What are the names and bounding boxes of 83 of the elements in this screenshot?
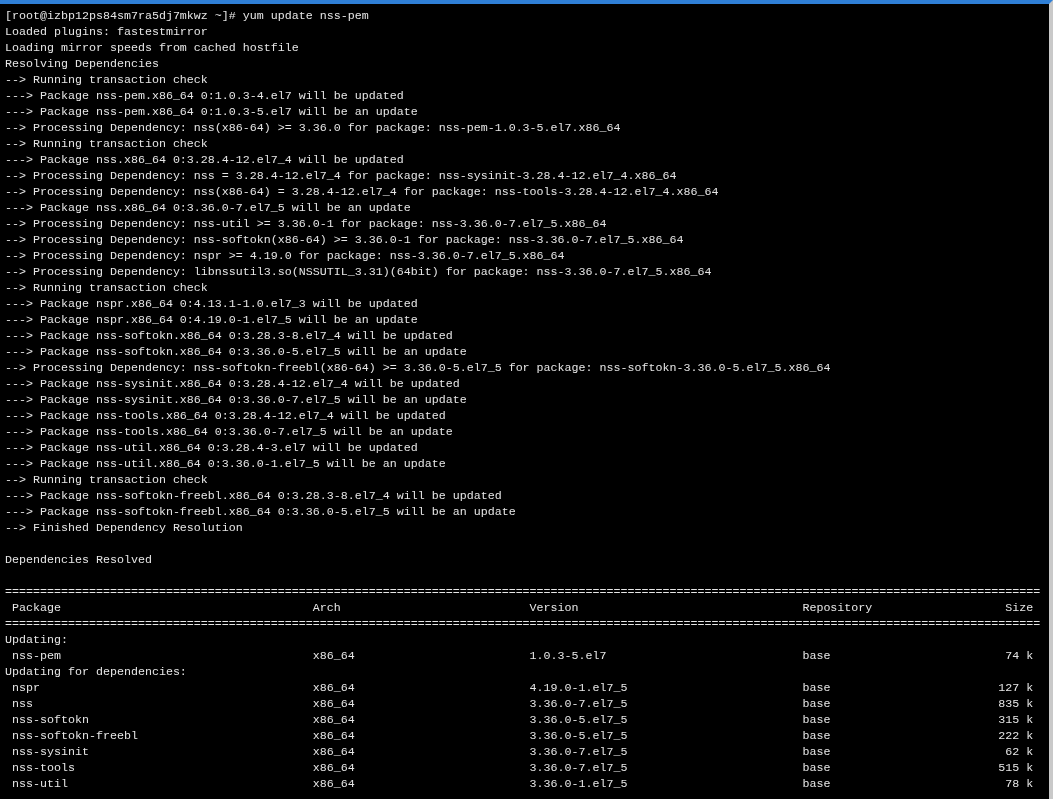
- terminal-line: Resolving Dependencies: [5, 56, 159, 72]
- table-cell: 315 k: [998, 712, 1034, 728]
- table-cell: 4.19.0-1.el7_5: [529, 680, 628, 696]
- terminal-line: ---> Package nss-tools.x86_64 0:3.36.0-7.el7_5 will be an update: [5, 424, 453, 440]
- terminal-line: ---> Package nss-sysinit.x86_64 0:3.36.0-7.el7_5 will be an update: [5, 392, 467, 408]
- terminal-line: ---> Package nss.x86_64 0:3.36.0-7.el7_5 will be an update: [5, 200, 411, 216]
- table-cell: nss-pem: [12, 648, 61, 664]
- terminal-line: ---> Package nss-softokn.x86_64 0:3.28.3-8.el7_4 will be updated: [5, 328, 453, 344]
- terminal-line: ---> Package nss-sysinit.x86_64 0:3.28.4-12.el7_4 will be updated: [5, 376, 460, 392]
- terminal-line: --> Processing Dependency: nss(x86-64) >= 3.36.0 for package: nss-pem-1.0.3-5.el7.x86_64: [5, 120, 621, 136]
- terminal-line: --> Processing Dependency: nss-softokn-freebl(x86-64) >= 3.36.0-5.el7_5 for package: nss-softokn-3.36.0-5.el7_5.x86_64: [5, 360, 831, 376]
- table-cell: base: [802, 776, 831, 792]
- group-heading: Updating:: [5, 632, 68, 648]
- table-cell: 3.36.0-5.el7_5: [529, 712, 628, 728]
- terminal-line: --> Processing Dependency: nss(x86-64) = 3.28.4-12.el7_4 for package: nss-tools-3.28.4-12.el7_4.x86_64: [5, 184, 719, 200]
- table-cell: base: [802, 696, 831, 712]
- terminal-line: ---> Package nss-softokn-freebl.x86_64 0:3.36.0-5.el7_5 will be an update: [5, 504, 516, 520]
- terminal-line: ---> Package nss.x86_64 0:3.28.4-12.el7_4 will be updated: [5, 152, 404, 168]
- terminal-line: [root@izbp12ps84sm7ra5dj7mkwz ~]# yum update nss-pem: [5, 8, 369, 24]
- table-cell: 3.36.0-7.el7_5: [529, 760, 628, 776]
- table-cell: base: [802, 648, 831, 664]
- table-cell: base: [802, 760, 831, 776]
- terminal-line: ---> Package nss-util.x86_64 0:3.36.0-1.el7_5 will be an update: [5, 456, 446, 472]
- table-cell: x86_64: [312, 760, 355, 776]
- table-cell: nss-softokn: [12, 712, 89, 728]
- table-cell: nss: [12, 696, 33, 712]
- table-cell: 3.36.0-5.el7_5: [529, 728, 628, 744]
- table-cell: base: [802, 712, 831, 728]
- table-cell: x86_64: [312, 728, 355, 744]
- table-cell: nss-softokn-freebl: [12, 728, 138, 744]
- table-cell: base: [802, 728, 831, 744]
- terminal-line: ---> Package nss-softokn-freebl.x86_64 0:3.28.3-8.el7_4 will be updated: [5, 488, 502, 504]
- table-cell: nss-util: [12, 776, 68, 792]
- column-header: Size: [1005, 600, 1034, 616]
- table-cell: 3.36.0-7.el7_5: [529, 696, 628, 712]
- terminal-line: --> Running transaction check: [5, 472, 208, 488]
- column-header: Version: [529, 600, 579, 616]
- terminal-line: ---> Package nss-tools.x86_64 0:3.28.4-12.el7_4 will be updated: [5, 408, 446, 424]
- column-header: Repository: [802, 600, 873, 616]
- table-cell: 835 k: [998, 696, 1034, 712]
- terminal-line: Dependencies Resolved: [5, 552, 152, 568]
- table-cell: nspr: [12, 680, 40, 696]
- table-cell: base: [802, 744, 831, 760]
- table-cell: x86_64: [312, 696, 355, 712]
- table-cell: nss-tools: [12, 760, 75, 776]
- terminal-line: --> Processing Dependency: nss-softokn(x86-64) >= 3.36.0-1 for package: nss-3.36.0-7.el7_5.x86_64: [5, 232, 684, 248]
- separator-line: ====================================================================================================================================================: [5, 584, 1041, 600]
- column-header: Package: [12, 600, 61, 616]
- terminal-line: ---> Package nss-softokn.x86_64 0:3.36.0-5.el7_5 will be an update: [5, 344, 467, 360]
- table-cell: x86_64: [312, 712, 355, 728]
- column-header: Arch: [312, 600, 341, 616]
- terminal-line: --> Processing Dependency: nss = 3.28.4-12.el7_4 for package: nss-sysinit-3.28.4-12.el7_4.x86_64: [5, 168, 677, 184]
- terminal-line: Loaded plugins: fastestmirror: [5, 24, 208, 40]
- table-cell: 127 k: [998, 680, 1034, 696]
- table-cell: base: [802, 680, 831, 696]
- terminal-line: --> Processing Dependency: libnssutil3.so(NSSUTIL_3.31)(64bit) for package: nss-3.36.0-7.el7_5.x86_64: [5, 264, 712, 280]
- terminal-line: --> Running transaction check: [5, 72, 208, 88]
- table-cell: x86_64: [312, 680, 355, 696]
- terminal-line: ---> Package nss-pem.x86_64 0:1.0.3-5.el7 will be an update: [5, 104, 418, 120]
- terminal-line: Loading mirror speeds from cached hostfile: [5, 40, 299, 56]
- table-cell: 515 k: [998, 760, 1034, 776]
- terminal-line: --> Running transaction check: [5, 280, 208, 296]
- table-cell: 78 k: [1005, 776, 1034, 792]
- table-cell: 74 k: [1005, 648, 1034, 664]
- table-cell: nss-sysinit: [12, 744, 89, 760]
- table-cell: 3.36.0-7.el7_5: [529, 744, 628, 760]
- table-cell: 222 k: [998, 728, 1034, 744]
- terminal-line: ---> Package nspr.x86_64 0:4.19.0-1.el7_5 will be an update: [5, 312, 418, 328]
- terminal-line: ---> Package nss-util.x86_64 0:3.28.4-3.el7 will be updated: [5, 440, 418, 456]
- terminal-line: --> Finished Dependency Resolution: [5, 520, 243, 536]
- terminal-line: ---> Package nss-pem.x86_64 0:1.0.3-4.el7 will be updated: [5, 88, 404, 104]
- table-cell: x86_64: [312, 648, 355, 664]
- terminal-line: --> Processing Dependency: nspr >= 4.19.0 for package: nss-3.36.0-7.el7_5.x86_64: [5, 248, 565, 264]
- table-cell: x86_64: [312, 776, 355, 792]
- table-cell: 3.36.0-1.el7_5: [529, 776, 628, 792]
- terminal-line: ---> Package nspr.x86_64 0:4.13.1-1.0.el7_3 will be updated: [5, 296, 418, 312]
- separator-line: ====================================================================================================================================================: [5, 616, 1041, 632]
- terminal-line: --> Processing Dependency: nss-util >= 3.36.0-1 for package: nss-3.36.0-7.el7_5.x86_64: [5, 216, 607, 232]
- table-cell: 62 k: [1005, 744, 1034, 760]
- table-cell: 1.0.3-5.el7: [529, 648, 607, 664]
- group-heading: Updating for dependencies:: [5, 664, 187, 680]
- table-cell: x86_64: [312, 744, 355, 760]
- terminal-line: --> Running transaction check: [5, 136, 208, 152]
